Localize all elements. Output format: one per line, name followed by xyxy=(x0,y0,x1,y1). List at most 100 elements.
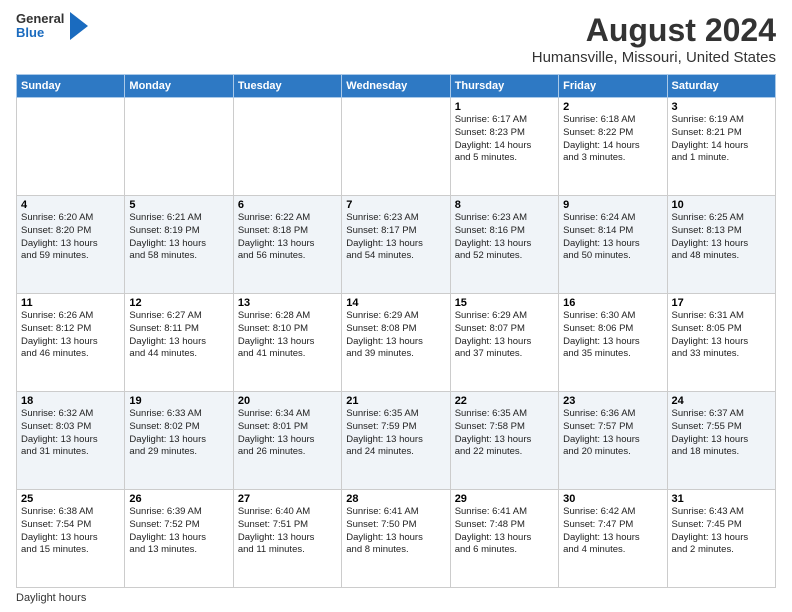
logo-text: General Blue xyxy=(16,12,64,41)
day-number: 14 xyxy=(346,297,445,309)
cell-3-6: 24Sunrise: 6:37 AMSunset: 7:55 PMDayligh… xyxy=(667,392,775,490)
cell-4-0: 25Sunrise: 6:38 AMSunset: 7:54 PMDayligh… xyxy=(17,490,125,588)
day-info: Sunrise: 6:40 AMSunset: 7:51 PMDaylight:… xyxy=(238,506,337,557)
header-day-thursday: Thursday xyxy=(450,75,558,98)
day-number: 30 xyxy=(563,493,662,505)
cell-4-5: 30Sunrise: 6:42 AMSunset: 7:47 PMDayligh… xyxy=(559,490,667,588)
cell-0-0 xyxy=(17,98,125,196)
cell-2-6: 17Sunrise: 6:31 AMSunset: 8:05 PMDayligh… xyxy=(667,294,775,392)
week-row-4: 18Sunrise: 6:32 AMSunset: 8:03 PMDayligh… xyxy=(17,392,776,490)
cell-3-0: 18Sunrise: 6:32 AMSunset: 8:03 PMDayligh… xyxy=(17,392,125,490)
day-info: Sunrise: 6:23 AMSunset: 8:16 PMDaylight:… xyxy=(455,212,554,263)
day-info: Sunrise: 6:29 AMSunset: 8:08 PMDaylight:… xyxy=(346,310,445,361)
cell-3-3: 21Sunrise: 6:35 AMSunset: 7:59 PMDayligh… xyxy=(342,392,450,490)
cell-4-4: 29Sunrise: 6:41 AMSunset: 7:48 PMDayligh… xyxy=(450,490,558,588)
day-number: 12 xyxy=(129,297,228,309)
day-info: Sunrise: 6:18 AMSunset: 8:22 PMDaylight:… xyxy=(563,114,662,165)
cell-0-2 xyxy=(233,98,341,196)
day-info: Sunrise: 6:29 AMSunset: 8:07 PMDaylight:… xyxy=(455,310,554,361)
day-info: Sunrise: 6:41 AMSunset: 7:48 PMDaylight:… xyxy=(455,506,554,557)
day-info: Sunrise: 6:35 AMSunset: 7:58 PMDaylight:… xyxy=(455,408,554,459)
cell-2-2: 13Sunrise: 6:28 AMSunset: 8:10 PMDayligh… xyxy=(233,294,341,392)
page-subtitle: Humansville, Missouri, United States xyxy=(532,49,776,66)
week-row-1: 1Sunrise: 6:17 AMSunset: 8:23 PMDaylight… xyxy=(17,98,776,196)
cell-3-1: 19Sunrise: 6:33 AMSunset: 8:02 PMDayligh… xyxy=(125,392,233,490)
day-number: 6 xyxy=(238,199,337,211)
day-number: 3 xyxy=(672,101,771,113)
day-number: 20 xyxy=(238,395,337,407)
day-info: Sunrise: 6:24 AMSunset: 8:14 PMDaylight:… xyxy=(563,212,662,263)
day-info: Sunrise: 6:32 AMSunset: 8:03 PMDaylight:… xyxy=(21,408,120,459)
day-info: Sunrise: 6:37 AMSunset: 7:55 PMDaylight:… xyxy=(672,408,771,459)
day-info: Sunrise: 6:21 AMSunset: 8:19 PMDaylight:… xyxy=(129,212,228,263)
day-number: 17 xyxy=(672,297,771,309)
header-day-saturday: Saturday xyxy=(667,75,775,98)
cell-1-4: 8Sunrise: 6:23 AMSunset: 8:16 PMDaylight… xyxy=(450,196,558,294)
day-info: Sunrise: 6:27 AMSunset: 8:11 PMDaylight:… xyxy=(129,310,228,361)
logo: General Blue xyxy=(16,12,88,41)
cell-3-2: 20Sunrise: 6:34 AMSunset: 8:01 PMDayligh… xyxy=(233,392,341,490)
day-number: 13 xyxy=(238,297,337,309)
day-number: 27 xyxy=(238,493,337,505)
day-info: Sunrise: 6:30 AMSunset: 8:06 PMDaylight:… xyxy=(563,310,662,361)
day-number: 26 xyxy=(129,493,228,505)
cell-0-6: 3Sunrise: 6:19 AMSunset: 8:21 PMDaylight… xyxy=(667,98,775,196)
week-row-3: 11Sunrise: 6:26 AMSunset: 8:12 PMDayligh… xyxy=(17,294,776,392)
daylight-hours-label: Daylight hours xyxy=(16,592,86,604)
day-number: 25 xyxy=(21,493,120,505)
day-number: 5 xyxy=(129,199,228,211)
cell-1-0: 4Sunrise: 6:20 AMSunset: 8:20 PMDaylight… xyxy=(17,196,125,294)
cell-4-6: 31Sunrise: 6:43 AMSunset: 7:45 PMDayligh… xyxy=(667,490,775,588)
week-row-2: 4Sunrise: 6:20 AMSunset: 8:20 PMDaylight… xyxy=(17,196,776,294)
day-number: 1 xyxy=(455,101,554,113)
day-info: Sunrise: 6:34 AMSunset: 8:01 PMDaylight:… xyxy=(238,408,337,459)
day-number: 31 xyxy=(672,493,771,505)
day-info: Sunrise: 6:26 AMSunset: 8:12 PMDaylight:… xyxy=(21,310,120,361)
page-title: August 2024 xyxy=(532,12,776,49)
day-number: 8 xyxy=(455,199,554,211)
day-number: 11 xyxy=(21,297,120,309)
header-day-wednesday: Wednesday xyxy=(342,75,450,98)
cell-4-3: 28Sunrise: 6:41 AMSunset: 7:50 PMDayligh… xyxy=(342,490,450,588)
day-number: 4 xyxy=(21,199,120,211)
day-info: Sunrise: 6:33 AMSunset: 8:02 PMDaylight:… xyxy=(129,408,228,459)
day-info: Sunrise: 6:28 AMSunset: 8:10 PMDaylight:… xyxy=(238,310,337,361)
cell-2-5: 16Sunrise: 6:30 AMSunset: 8:06 PMDayligh… xyxy=(559,294,667,392)
cell-0-3 xyxy=(342,98,450,196)
day-info: Sunrise: 6:31 AMSunset: 8:05 PMDaylight:… xyxy=(672,310,771,361)
cell-2-1: 12Sunrise: 6:27 AMSunset: 8:11 PMDayligh… xyxy=(125,294,233,392)
day-info: Sunrise: 6:38 AMSunset: 7:54 PMDaylight:… xyxy=(21,506,120,557)
cell-2-0: 11Sunrise: 6:26 AMSunset: 8:12 PMDayligh… xyxy=(17,294,125,392)
cell-4-2: 27Sunrise: 6:40 AMSunset: 7:51 PMDayligh… xyxy=(233,490,341,588)
day-number: 29 xyxy=(455,493,554,505)
cell-1-2: 6Sunrise: 6:22 AMSunset: 8:18 PMDaylight… xyxy=(233,196,341,294)
day-info: Sunrise: 6:19 AMSunset: 8:21 PMDaylight:… xyxy=(672,114,771,165)
day-info: Sunrise: 6:35 AMSunset: 7:59 PMDaylight:… xyxy=(346,408,445,459)
header-day-friday: Friday xyxy=(559,75,667,98)
header-day-tuesday: Tuesday xyxy=(233,75,341,98)
day-number: 18 xyxy=(21,395,120,407)
day-number: 10 xyxy=(672,199,771,211)
day-number: 9 xyxy=(563,199,662,211)
page: General Blue August 2024 Humansville, Mi… xyxy=(0,0,792,612)
day-info: Sunrise: 6:36 AMSunset: 7:57 PMDaylight:… xyxy=(563,408,662,459)
cell-1-3: 7Sunrise: 6:23 AMSunset: 8:17 PMDaylight… xyxy=(342,196,450,294)
cell-0-5: 2Sunrise: 6:18 AMSunset: 8:22 PMDaylight… xyxy=(559,98,667,196)
cell-1-1: 5Sunrise: 6:21 AMSunset: 8:19 PMDaylight… xyxy=(125,196,233,294)
day-number: 24 xyxy=(672,395,771,407)
day-number: 15 xyxy=(455,297,554,309)
day-number: 7 xyxy=(346,199,445,211)
day-number: 23 xyxy=(563,395,662,407)
header-day-monday: Monday xyxy=(125,75,233,98)
cell-1-6: 10Sunrise: 6:25 AMSunset: 8:13 PMDayligh… xyxy=(667,196,775,294)
day-info: Sunrise: 6:41 AMSunset: 7:50 PMDaylight:… xyxy=(346,506,445,557)
calendar-table: SundayMondayTuesdayWednesdayThursdayFrid… xyxy=(16,74,776,588)
title-block: August 2024 Humansville, Missouri, Unite… xyxy=(532,12,776,66)
cell-2-3: 14Sunrise: 6:29 AMSunset: 8:08 PMDayligh… xyxy=(342,294,450,392)
day-number: 21 xyxy=(346,395,445,407)
footer: Daylight hours xyxy=(16,592,776,604)
day-number: 22 xyxy=(455,395,554,407)
day-number: 16 xyxy=(563,297,662,309)
day-info: Sunrise: 6:42 AMSunset: 7:47 PMDaylight:… xyxy=(563,506,662,557)
cell-0-1 xyxy=(125,98,233,196)
